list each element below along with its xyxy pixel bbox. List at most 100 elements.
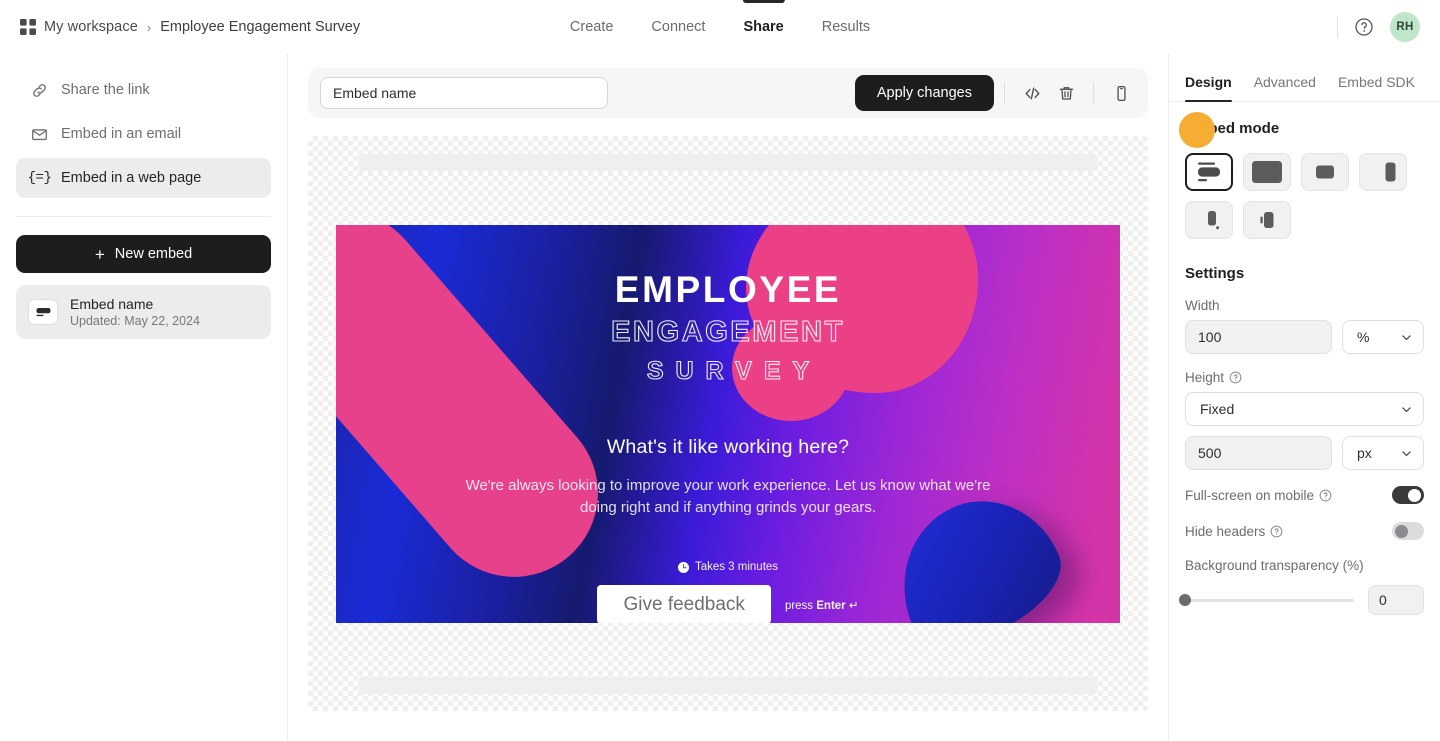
background-transparency-label-text: Background transparency (%): [1185, 558, 1364, 573]
panel-tabs: Design Advanced Embed SDK: [1169, 54, 1440, 102]
preview-canvas: EMPLOYEE ENGAGEMENT SURVEY What's it lik…: [308, 136, 1148, 711]
breadcrumb-separator: ›: [146, 19, 152, 35]
hide-headers-label: Hide headers: [1185, 524, 1283, 539]
sidebar: Share the link Embed in an email {=} Emb…: [0, 54, 288, 741]
hide-headers-toggle[interactable]: [1392, 522, 1424, 540]
main-nav-tabs: Create Connect Share Results: [570, 0, 870, 54]
press-key: Enter: [816, 599, 846, 612]
settings-heading: Settings: [1185, 265, 1245, 282]
tab-share[interactable]: Share: [743, 0, 783, 54]
help-circle-icon[interactable]: [1319, 489, 1332, 502]
toggle-knob: [1408, 488, 1421, 502]
fullscreen-on-mobile-row: Full-screen on mobile: [1185, 486, 1424, 504]
code-icon[interactable]: [1015, 76, 1049, 110]
embed-thumbnail-icon: [28, 299, 58, 325]
trash-icon[interactable]: [1049, 76, 1083, 110]
mode-popover[interactable]: [1185, 201, 1233, 239]
panel-body: Embed mode Settings Width 100 % Height F…: [1169, 102, 1440, 615]
mode-full-width[interactable]: [1243, 153, 1291, 191]
help-circle-icon[interactable]: [1229, 371, 1242, 384]
tab-connect[interactable]: Connect: [651, 0, 705, 54]
breadcrumb: My workspace › Employee Engagement Surve…: [0, 19, 360, 35]
toolbar-divider-2: [1093, 82, 1094, 104]
tab-create[interactable]: Create: [570, 0, 614, 54]
mode-standard[interactable]: [1185, 153, 1233, 191]
clock-icon: [677, 561, 689, 573]
survey-title-line-3: SURVEY: [646, 357, 822, 385]
survey-title-line-2: ENGAGEMENT: [611, 316, 845, 348]
background-transparency-slider[interactable]: [1179, 594, 1354, 606]
fullscreen-on-mobile-toggle[interactable]: [1392, 486, 1424, 504]
survey-body-text: We're always looking to improve your wor…: [465, 477, 991, 517]
header-actions: RH: [1337, 12, 1440, 42]
width-input[interactable]: [1185, 320, 1332, 354]
settings-panel: Design Advanced Embed SDK Embed mode Set…: [1168, 54, 1440, 741]
height-unit-select[interactable]: px: [1342, 436, 1424, 470]
give-feedback-button[interactable]: Give feedback: [597, 585, 771, 623]
height-input[interactable]: [1185, 436, 1332, 470]
survey-duration-label: Takes 3 minutes: [694, 561, 779, 574]
page-skeleton-bar-top: [359, 154, 1097, 171]
breadcrumb-project[interactable]: Employee Engagement Survey: [160, 19, 360, 35]
mode-side-panel[interactable]: [1359, 153, 1407, 191]
tab-results[interactable]: Results: [822, 0, 870, 54]
background-transparency-label: Background transparency (%): [1185, 558, 1424, 573]
embed-list-item-meta: Embed name Updated: May 22, 2024: [70, 296, 200, 328]
sidebar-nav-group: Share the link Embed in an email {=} Emb…: [16, 62, 271, 217]
chevron-down-icon: [1400, 447, 1413, 460]
sidebar-item-embed-in-an-email[interactable]: Embed in an email: [16, 114, 271, 154]
height-label-text: Height: [1185, 370, 1225, 385]
press-prefix: press: [784, 599, 817, 612]
survey-duration: Takes 3 minutes: [677, 561, 779, 574]
embed-name-input[interactable]: [320, 77, 608, 109]
embed-list-item[interactable]: Embed name Updated: May 22, 2024: [16, 285, 271, 339]
width-unit-value: %: [1357, 329, 1370, 345]
chevron-down-icon: [1400, 403, 1413, 416]
background-transparency-row: [1179, 585, 1424, 615]
hide-headers-row: Hide headers: [1185, 522, 1424, 540]
height-unit-value: px: [1357, 445, 1372, 461]
toolbar-divider: [1004, 82, 1005, 104]
tab-embed-sdk[interactable]: Embed SDK: [1338, 74, 1415, 101]
app-header: My workspace › Employee Engagement Surve…: [0, 0, 1440, 54]
sidebar-item-label: Embed in a web page: [61, 170, 202, 186]
toolbar-actions: Apply changes: [854, 75, 1138, 111]
plus-icon: +: [94, 244, 105, 264]
press-enter-hint: press Enter ↵: [785, 598, 859, 612]
avatar[interactable]: RH: [1390, 12, 1420, 42]
height-mode-value: Fixed: [1200, 401, 1235, 417]
mode-popup[interactable]: [1301, 153, 1349, 191]
mode-side-tab[interactable]: [1243, 201, 1291, 239]
help-circle-icon[interactable]: [1270, 525, 1283, 538]
embed-code-icon: {=}: [27, 170, 52, 186]
width-label: Width: [1185, 298, 1424, 313]
grid-icon[interactable]: [20, 19, 36, 35]
preview-area: EMPLOYEE ENGAGEMENT SURVEY What's it lik…: [308, 118, 1148, 741]
embed-item-updated: Updated: May 22, 2024: [70, 314, 200, 328]
sidebar-item-label: Share the link: [61, 82, 150, 98]
breadcrumb-workspace[interactable]: My workspace: [44, 19, 138, 35]
height-mode-select[interactable]: Fixed: [1185, 392, 1424, 426]
survey-cta-row: Give feedback press Enter ↵: [597, 585, 859, 623]
chevron-down-icon: [1400, 331, 1413, 344]
help-circle-icon[interactable]: [1354, 17, 1374, 37]
width-unit-select[interactable]: %: [1342, 320, 1424, 354]
press-arrow: ↵: [848, 599, 859, 612]
background-transparency-input[interactable]: [1368, 585, 1424, 615]
survey-headline: What's it like working here?: [606, 436, 850, 458]
survey-preview-card[interactable]: EMPLOYEE ENGAGEMENT SURVEY What's it lik…: [336, 225, 1120, 623]
envelope-icon: [30, 125, 49, 144]
link-icon: [30, 81, 49, 100]
embed-mode-grid: [1185, 153, 1424, 239]
tab-design[interactable]: Design: [1185, 74, 1232, 102]
slider-thumb[interactable]: [1179, 594, 1191, 606]
sidebar-item-embed-in-a-web-page[interactable]: {=} Embed in a web page: [16, 158, 271, 198]
sidebar-item-share-the-link[interactable]: Share the link: [16, 70, 271, 110]
new-embed-button[interactable]: + New embed: [16, 235, 271, 273]
mobile-preview-icon[interactable]: [1104, 76, 1138, 110]
center-column: Apply changes: [288, 54, 1215, 741]
sidebar-item-label: Embed in an email: [61, 126, 182, 142]
apply-changes-button[interactable]: Apply changes: [854, 75, 994, 111]
tab-advanced[interactable]: Advanced: [1254, 74, 1316, 101]
hide-headers-label-text: Hide headers: [1185, 523, 1266, 539]
